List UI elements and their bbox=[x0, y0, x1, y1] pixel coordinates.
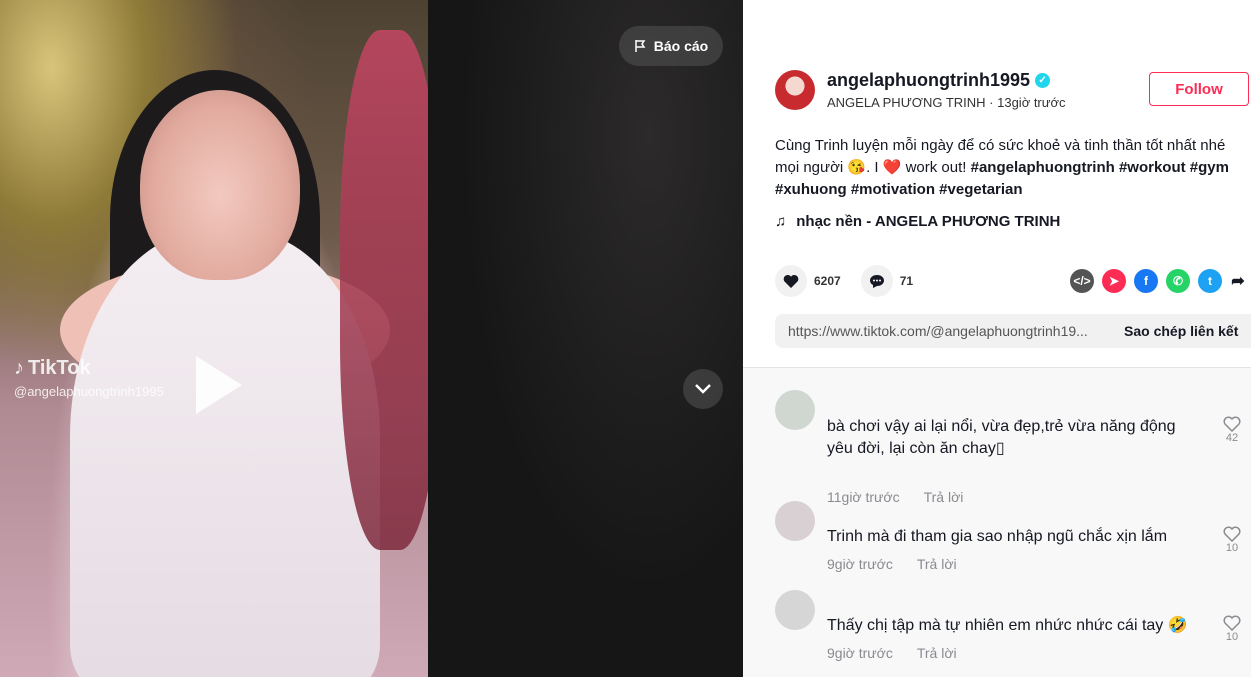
comment-list: bà chơi vậy ai lại nổi, vừa đẹp,trẻ vừa … bbox=[743, 368, 1251, 677]
tiktok-watermark: ♪ TikTok @angelaphuongtrinh1995 bbox=[14, 357, 164, 399]
avatar[interactable] bbox=[775, 70, 815, 110]
video-url[interactable]: https://www.tiktok.com/@angelaphuongtrin… bbox=[788, 323, 1108, 339]
comment-like-count: 10 bbox=[1225, 542, 1239, 554]
music-link[interactable]: ♫ nhạc nền - ANGELA PHƯƠNG TRINH bbox=[775, 213, 1060, 230]
heart-icon bbox=[783, 274, 799, 288]
watermark-brand: TikTok bbox=[28, 357, 91, 379]
post-time: 13giờ trước bbox=[997, 95, 1066, 110]
share-buttons: </> ➤ f ✆ t ➦ bbox=[1070, 269, 1246, 293]
report-button[interactable]: Báo cáo bbox=[619, 26, 723, 66]
whatsapp-icon[interactable]: ✆ bbox=[1166, 269, 1190, 293]
comment-text: Thấy chị tập mà tự nhiên em nhức nhức cá… bbox=[827, 617, 1188, 634]
heart-icon bbox=[1223, 615, 1241, 631]
heart-icon bbox=[1223, 416, 1241, 432]
video-blur-background bbox=[428, 0, 743, 677]
twitter-icon[interactable]: t bbox=[1198, 269, 1222, 293]
like-button[interactable] bbox=[775, 265, 807, 297]
comment-like-button[interactable]: 10 bbox=[1223, 615, 1241, 643]
music-note-icon: ♫ bbox=[775, 213, 787, 230]
comment-time: 9giờ trước bbox=[827, 556, 893, 572]
facebook-icon[interactable]: f bbox=[1134, 269, 1158, 293]
follow-button[interactable]: Follow bbox=[1149, 72, 1249, 106]
avatar[interactable] bbox=[775, 390, 815, 430]
comment-text: Trinh mà đi tham gia sao nhập ngũ chắc x… bbox=[827, 528, 1168, 545]
video-content-body bbox=[70, 230, 380, 677]
comment-like-count: 42 bbox=[1225, 432, 1239, 444]
comment-icon bbox=[869, 274, 884, 288]
video-player[interactable]: ♪ TikTok @angelaphuongtrinh1995 Báo cáo bbox=[0, 0, 743, 677]
comment-count: 71 bbox=[899, 274, 914, 288]
video-caption: Cùng Trinh luyện mỗi ngày để có sức khoẻ… bbox=[775, 135, 1251, 201]
verified-badge-icon: ✓ bbox=[1035, 73, 1051, 88]
heart-icon bbox=[1223, 526, 1241, 542]
reply-button[interactable]: Trả lời bbox=[917, 645, 957, 661]
like-count: 6207 bbox=[814, 274, 841, 288]
comment-button[interactable] bbox=[860, 265, 893, 297]
video-frame[interactable]: ♪ TikTok @angelaphuongtrinh1995 bbox=[0, 0, 428, 677]
copy-link-box: https://www.tiktok.com/@angelaphuongtrin… bbox=[775, 314, 1251, 348]
flag-icon bbox=[635, 40, 646, 52]
copy-link-button[interactable]: Sao chép liên kết bbox=[1124, 323, 1238, 339]
author-nickname: ANGELA PHƯƠNG TRINH bbox=[827, 95, 986, 110]
share-arrow-icon[interactable]: ➦ bbox=[1230, 269, 1246, 293]
comment-like-button[interactable]: 42 bbox=[1223, 416, 1241, 444]
reply-button[interactable]: Trả lời bbox=[924, 489, 964, 505]
video-detail-panel: angelaphuongtrinh1995 ✓ ANGELA PHƯƠNG TRI… bbox=[743, 0, 1251, 677]
next-video-button[interactable] bbox=[683, 369, 723, 409]
avatar[interactable] bbox=[775, 501, 815, 541]
play-icon[interactable] bbox=[196, 356, 242, 414]
avatar[interactable] bbox=[775, 590, 815, 630]
comment-like-count: 10 bbox=[1225, 631, 1239, 643]
video-content-head bbox=[140, 90, 300, 280]
video-content-background-figure bbox=[340, 30, 428, 550]
author-info: angelaphuongtrinh1995 ✓ ANGELA PHƯƠNG TRI… bbox=[775, 70, 1066, 110]
tiktok-logo-icon: ♪ bbox=[14, 357, 24, 379]
comment-text: bà chơi vậy ai lại nổi, vừa đẹp,trẻ vừa … bbox=[827, 418, 1176, 457]
send-icon[interactable]: ➤ bbox=[1102, 269, 1126, 293]
report-label: Báo cáo bbox=[653, 38, 709, 54]
reply-button[interactable]: Trả lời bbox=[917, 556, 957, 572]
author-username[interactable]: angelaphuongtrinh1995 bbox=[827, 70, 1030, 91]
embed-icon[interactable]: </> bbox=[1070, 269, 1094, 293]
engagement-stats: 6207 71 bbox=[775, 265, 933, 297]
comment-time: 11giờ trước bbox=[827, 489, 900, 505]
watermark-user: @angelaphuongtrinh1995 bbox=[14, 384, 164, 399]
comment-like-button[interactable]: 10 bbox=[1223, 526, 1241, 554]
comment-time: 9giờ trước bbox=[827, 645, 893, 661]
chevron-down-icon bbox=[695, 384, 711, 394]
music-label: nhạc nền - ANGELA PHƯƠNG TRINH bbox=[796, 213, 1061, 230]
